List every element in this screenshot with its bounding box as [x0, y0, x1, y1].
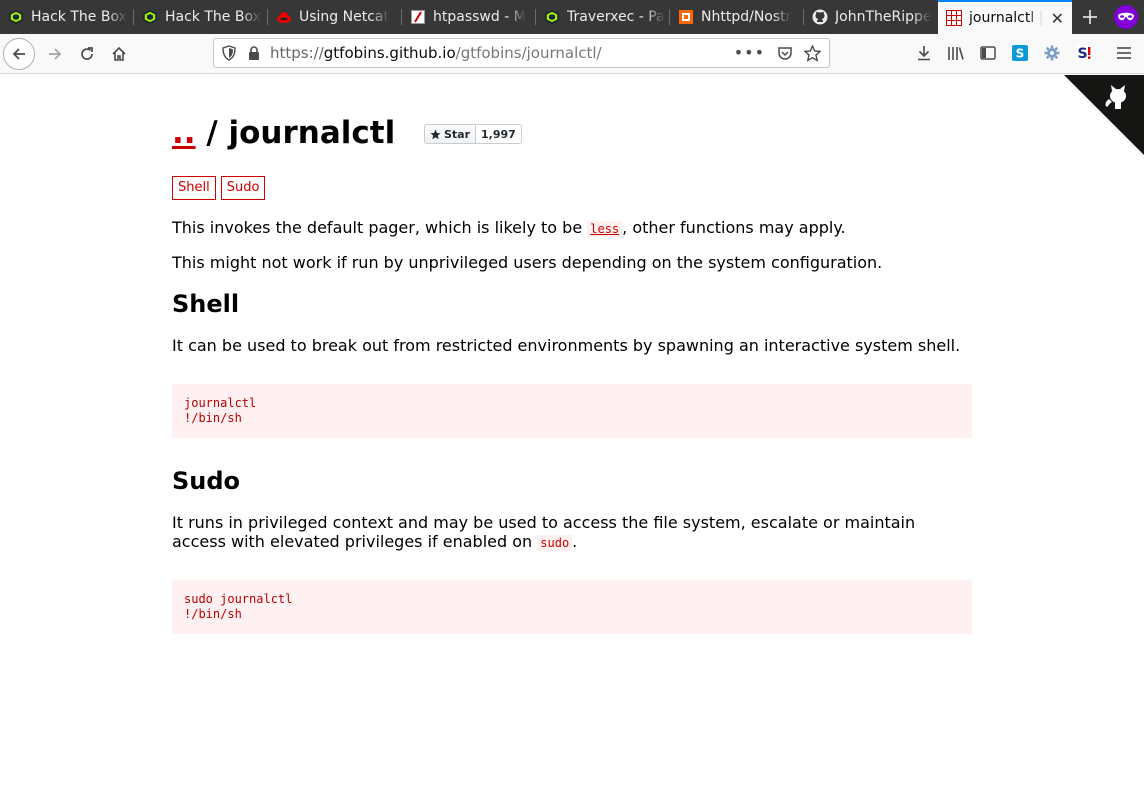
- tab-label: JohnTheRippe: [835, 9, 932, 25]
- tab-johntheripper[interactable]: JohnTheRippe: [804, 0, 938, 34]
- sidebar-button[interactable]: [974, 38, 1002, 68]
- tab-netcat[interactable]: Using Netcat: [268, 0, 402, 34]
- tab-label: Hack The Box: [165, 9, 261, 25]
- shell-code-block: journalctl !/bin/sh: [172, 384, 972, 438]
- url-path: /gtfobins/journalctl/: [455, 44, 602, 62]
- home-button[interactable]: [103, 38, 135, 70]
- tab-hackthebox-2[interactable]: Hack The Box: [134, 0, 268, 34]
- arrow-left-icon: [12, 47, 25, 60]
- tab-label: htpasswd - M: [433, 9, 526, 25]
- menu-button[interactable]: [1110, 38, 1138, 68]
- parent-link[interactable]: ..: [172, 115, 196, 151]
- sudo-heading: Sudo: [172, 467, 241, 495]
- tab-traverxec[interactable]: Traverxec - Pa: [536, 0, 670, 34]
- lock-icon[interactable]: [248, 46, 262, 60]
- url-text: https://gtfobins.github.io/gtfobins/jour…: [270, 44, 602, 62]
- hackthebox-icon: [142, 9, 158, 25]
- sudo-code-block: sudo journalctl !/bin/sh: [172, 580, 972, 634]
- redhat-icon: [276, 9, 292, 25]
- plus-icon: [1083, 10, 1097, 24]
- tab-label: Traverxec - Pa: [567, 9, 665, 25]
- extension-gear-button[interactable]: [1038, 38, 1066, 68]
- github-star-button[interactable]: Star 1,997: [424, 124, 522, 144]
- forward-button[interactable]: [39, 38, 71, 70]
- binary-name: journalctl: [228, 115, 396, 151]
- tab-label: Hack The Box: [31, 9, 127, 25]
- bookmark-star-icon[interactable]: [803, 44, 822, 66]
- hackthebox-icon: [8, 9, 24, 25]
- tag-sudo[interactable]: Sudo: [220, 176, 266, 200]
- svg-text:S: S: [1077, 46, 1087, 61]
- tag-shell[interactable]: Shell: [172, 176, 216, 200]
- tab-bar: Hack The Box Hack The Box Using Netcat h…: [0, 0, 1144, 34]
- sudo-description: It runs in privileged context and may be…: [172, 513, 972, 553]
- reload-icon: [81, 46, 93, 60]
- navigation-toolbar: https://gtfobins.github.io/gtfobins/jour…: [0, 34, 1144, 74]
- back-button[interactable]: [3, 37, 35, 70]
- github-icon: [812, 9, 828, 25]
- orange-square-icon: [678, 9, 694, 25]
- close-tab-icon[interactable]: ✕: [1051, 9, 1064, 28]
- downloads-button[interactable]: [910, 38, 938, 68]
- tracking-shield-icon[interactable]: [222, 45, 238, 61]
- tab-label: Using Netcat: [299, 9, 389, 25]
- tab-hackthebox-1[interactable]: Hack The Box: [0, 0, 134, 34]
- extension-skype-button[interactable]: S: [1006, 38, 1034, 68]
- tab-htpasswd[interactable]: htpasswd - M: [402, 0, 536, 34]
- star-count[interactable]: 1,997: [476, 124, 522, 144]
- library-button[interactable]: [942, 38, 970, 68]
- github-corner-link[interactable]: [1064, 75, 1144, 155]
- download-icon: [918, 46, 930, 61]
- library-icon: [948, 47, 964, 60]
- sudo-text-end: .: [572, 532, 578, 551]
- svg-text:S: S: [1016, 47, 1025, 61]
- star-button[interactable]: Star: [424, 124, 477, 144]
- intro-text: This invokes the default pager, which is…: [172, 218, 588, 237]
- gear-icon: [1044, 45, 1060, 61]
- star-label: Star: [444, 127, 471, 141]
- hackthebox-icon: [544, 9, 560, 25]
- sidebar-icon: [980, 46, 996, 60]
- page-viewport: .. / journalctl Star 1,997 Shell Sudo Th…: [0, 75, 1144, 790]
- less-link[interactable]: less: [587, 221, 623, 237]
- title-separator: /: [195, 115, 229, 151]
- page-title: .. / journalctl: [172, 115, 395, 151]
- intro-paragraph: This invokes the default pager, which is…: [172, 218, 972, 239]
- arrow-right-icon: [49, 47, 62, 60]
- page-actions-icon[interactable]: •••: [734, 43, 765, 62]
- reload-button[interactable]: [71, 38, 103, 70]
- shell-heading: Shell: [172, 290, 240, 318]
- new-tab-button[interactable]: [1072, 0, 1108, 34]
- tab-nostromo[interactable]: Nhttpd/Nostr: [670, 0, 804, 34]
- shell-description: It can be used to break out from restric…: [172, 336, 961, 355]
- gtfobins-icon: [946, 10, 962, 26]
- url-bar[interactable]: https://gtfobins.github.io/gtfobins/jour…: [213, 38, 830, 68]
- skype-extension-icon: S: [1012, 45, 1028, 61]
- note-paragraph: This might not work if run by unprivileg…: [172, 253, 883, 272]
- tab-journalctl[interactable]: journalctl | ✕: [938, 0, 1072, 34]
- sudo-code: sudo: [537, 535, 573, 551]
- pocket-icon[interactable]: [777, 45, 793, 65]
- htpasswd-icon: [410, 9, 426, 25]
- star-icon: [430, 129, 441, 139]
- extension-s-button[interactable]: S: [1070, 38, 1098, 68]
- url-host: gtfobins.github.io: [323, 44, 456, 62]
- hamburger-menu-icon: [1117, 47, 1131, 59]
- octocat-icon: [1064, 75, 1144, 155]
- s-extension-icon: S: [1076, 45, 1092, 61]
- function-tags: Shell Sudo: [172, 176, 266, 200]
- intro-text-end: , other functions may apply.: [622, 218, 846, 237]
- home-icon: [112, 46, 126, 61]
- url-scheme: https://: [270, 44, 324, 62]
- tab-label: Nhttpd/Nostr: [701, 9, 792, 25]
- tab-label: journalctl |: [969, 10, 1044, 26]
- private-browsing-icon: [1114, 5, 1138, 29]
